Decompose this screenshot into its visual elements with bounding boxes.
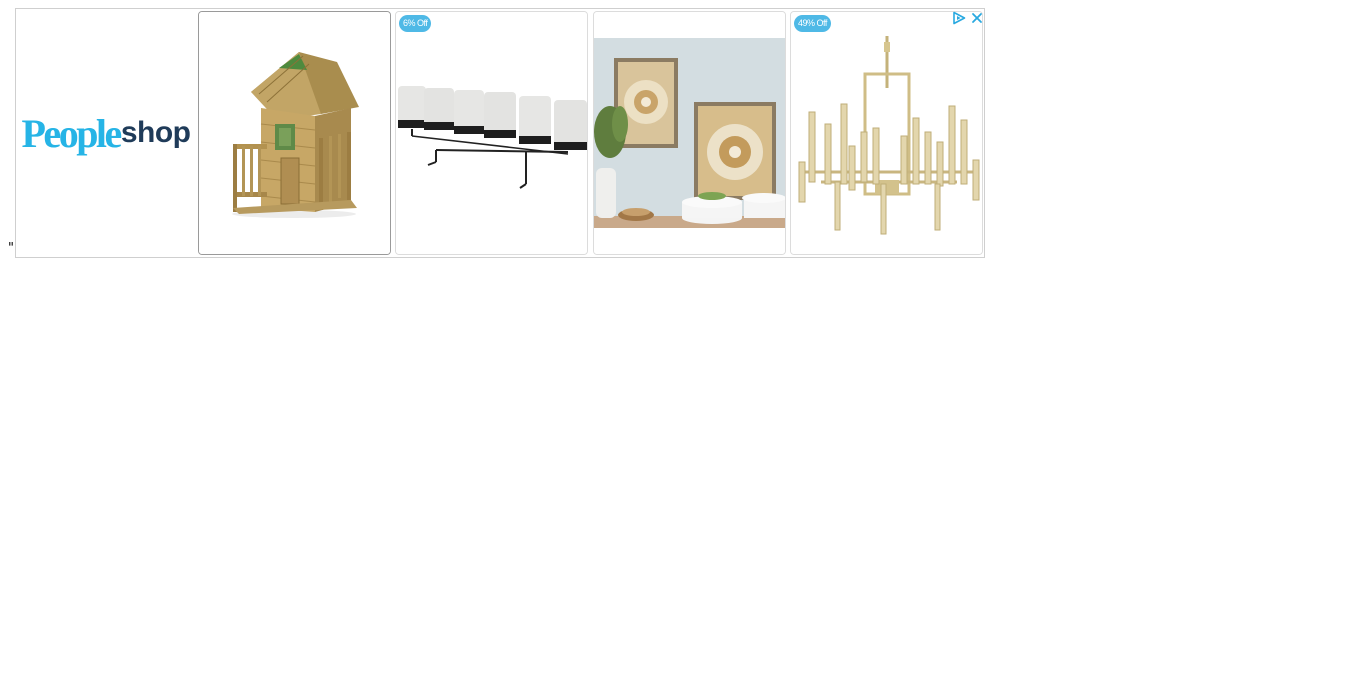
adchoices-info-button[interactable]: [952, 11, 966, 25]
shopping-ad-banner[interactable]: People shop 6% Off 49% Off: [15, 8, 985, 258]
product-card-chandelier[interactable]: 49% Off: [790, 11, 983, 255]
peopleshop-logo[interactable]: People shop: [16, 9, 196, 257]
playhouse-image: [199, 12, 390, 254]
wall-art-image: [594, 12, 785, 254]
stray-quote-text: ": [8, 241, 14, 256]
ad-close-button[interactable]: [970, 11, 984, 25]
product-card-playhouse[interactable]: [198, 11, 391, 255]
product-card-candle-holder[interactable]: 6% Off: [395, 11, 588, 255]
product-card-wall-art[interactable]: [593, 11, 786, 255]
discount-badge: 6% Off: [399, 15, 432, 32]
close-x-icon: [972, 13, 982, 23]
candle-holder-image: [396, 12, 587, 254]
logo-people-text: People: [21, 110, 123, 156]
adchoices-triangle-icon: [953, 11, 966, 25]
chandelier-image: [791, 12, 982, 254]
logo-shop-text: shop: [120, 116, 191, 149]
discount-badge: 49% Off: [794, 15, 831, 32]
